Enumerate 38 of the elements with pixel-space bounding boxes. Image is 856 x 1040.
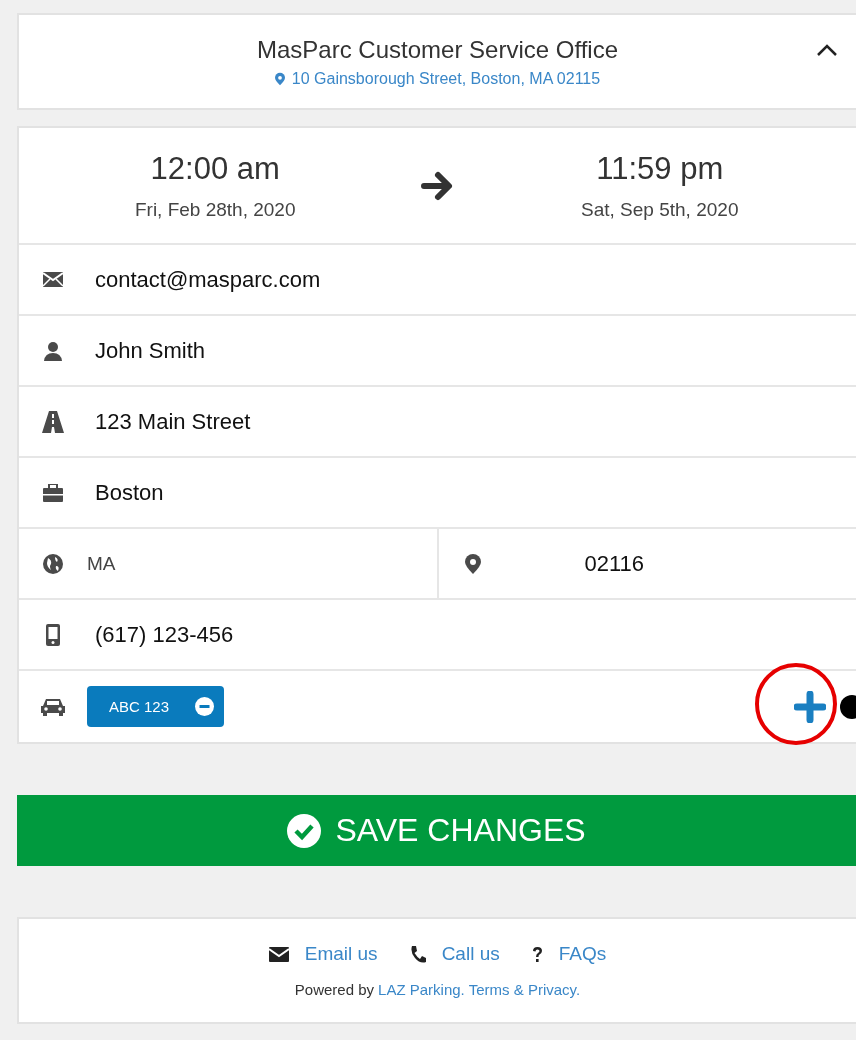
briefcase-icon [43,483,63,502]
map-pin-icon [274,71,285,86]
map-pin-icon [464,553,481,574]
start-date: Fri, Feb 28th, 2020 [134,198,296,221]
road-icon [42,410,64,433]
save-changes-button[interactable]: SAVE CHANGES [17,795,856,866]
powered-by-text: Powered by [294,981,375,998]
person-icon [43,340,63,361]
car-icon [41,697,65,716]
phone-icon [409,945,426,963]
end-date: Sat, Sep 5th, 2020 [581,198,739,221]
field-value[interactable]: John Smith [85,337,206,364]
office-title: MasParc Customer Service Office [257,35,618,64]
state-field[interactable]: MA [85,552,116,575]
field-value[interactable]: Boston [85,479,164,506]
globe-icon [43,553,63,574]
field-value[interactable]: contact@masparc.com [85,266,321,293]
footer-link[interactable]: LAZ Parking. [378,981,465,998]
right-arrow-icon [420,169,455,202]
field-value[interactable]: (617) 123-456 [85,621,234,648]
collapse-chevron-icon[interactable] [816,43,838,57]
check-circle-icon [287,813,322,848]
license-plate-tag[interactable]: ABC 123 [87,686,225,727]
envelope-icon [268,946,289,962]
mobile-phone-icon [46,623,60,646]
end-time: 11:59 pm [596,150,724,187]
footer-link[interactable]: Email us [304,943,378,965]
remove-icon[interactable] [195,697,215,716]
footer-link[interactable]: Call us [441,943,500,965]
field-value[interactable]: 123 Main Street [85,408,251,435]
add-vehicle-button[interactable] [794,690,826,723]
office-address: 10 Gainsborough Street, Boston, MA 02115 [291,69,601,88]
zip-field[interactable]: 02116 [504,550,645,577]
question-icon [531,945,543,963]
start-time: 12:00 am [150,150,280,187]
footer-link[interactable]: Terms & Privacy. [468,981,581,998]
envelope-icon [43,272,63,287]
footer-link[interactable]: FAQs [558,943,607,965]
